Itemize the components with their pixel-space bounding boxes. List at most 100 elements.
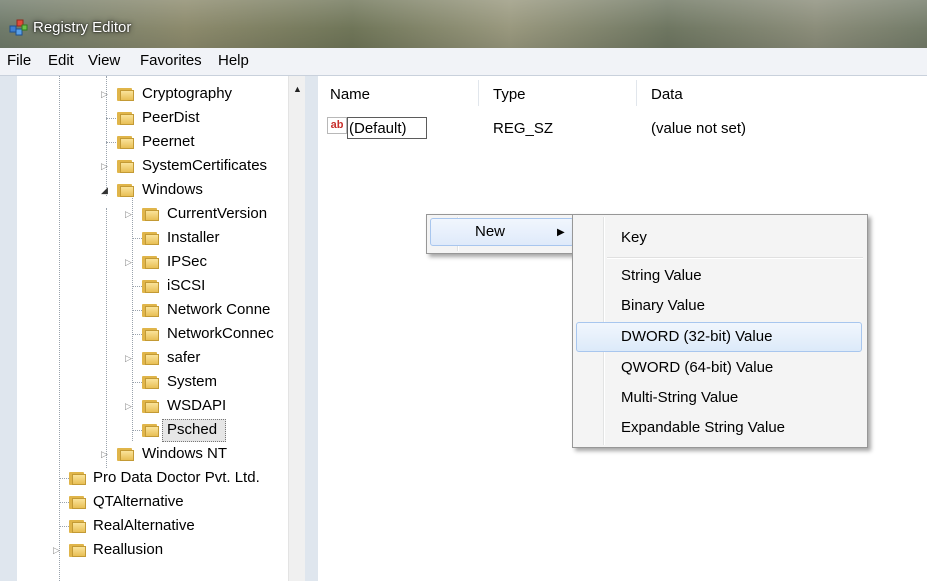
folder-icon bbox=[69, 470, 86, 485]
tree-item-label: Windows NT bbox=[142, 445, 228, 462]
menu-edit[interactable]: Edit bbox=[48, 52, 74, 69]
tree-item-label: NetworkConnec bbox=[167, 325, 274, 342]
folder-icon bbox=[142, 374, 159, 389]
folder-icon bbox=[117, 182, 134, 197]
menu-item-multi-string-value[interactable]: Multi-String Value bbox=[576, 384, 862, 412]
tree-item-label: IPSec bbox=[167, 253, 208, 270]
tree-item-wsdapi[interactable]: ▷ WSDAPI bbox=[17, 395, 295, 419]
tree-item-label: Cryptography bbox=[142, 85, 233, 102]
tree-item-cryptography[interactable]: ▷ Cryptography bbox=[17, 83, 295, 107]
tree-item-safer[interactable]: ▷ safer bbox=[17, 347, 295, 371]
expand-arrow-icon[interactable]: ▷ bbox=[101, 449, 108, 460]
tree-item-windows-nt[interactable]: ▷ Windows NT bbox=[17, 443, 295, 467]
folder-icon bbox=[142, 326, 159, 341]
tree-item-label: Network Conne bbox=[167, 301, 271, 318]
tree-item-label: Installer bbox=[167, 229, 220, 246]
string-value-icon: ab bbox=[327, 117, 347, 134]
folder-icon bbox=[142, 422, 159, 437]
menu-separator bbox=[607, 257, 863, 259]
tree-item-label: iSCSI bbox=[167, 277, 206, 294]
menu-item-dword-value[interactable]: DWORD (32-bit) Value bbox=[576, 322, 862, 352]
menu-help[interactable]: Help bbox=[218, 52, 249, 69]
tree-item-label: Pro Data Doctor Pvt. Ltd. bbox=[93, 469, 260, 486]
menu-item-binary-value[interactable]: Binary Value bbox=[576, 292, 862, 320]
menu-item-label: Key bbox=[621, 229, 647, 246]
column-header-name[interactable]: Name bbox=[330, 86, 370, 103]
tree-item-system[interactable]: System bbox=[17, 371, 295, 395]
menu-item-expandable-string-value[interactable]: Expandable String Value bbox=[576, 414, 862, 442]
column-divider[interactable] bbox=[478, 80, 479, 106]
expand-arrow-icon[interactable]: ▷ bbox=[125, 257, 132, 268]
tree-item-systemcertificates[interactable]: ▷ SystemCertificates bbox=[17, 155, 295, 179]
tree-item-ipsec[interactable]: ▷ IPSec bbox=[17, 251, 295, 275]
menu-view[interactable]: View bbox=[88, 52, 120, 69]
column-header-data[interactable]: Data bbox=[651, 86, 683, 103]
window-title: Registry Editor bbox=[33, 19, 132, 36]
folder-icon bbox=[117, 86, 134, 101]
context-menu: New ▶ bbox=[426, 214, 578, 254]
folder-icon bbox=[69, 494, 86, 509]
menu-item-label: DWORD (32-bit) Value bbox=[621, 328, 773, 345]
folder-icon bbox=[117, 158, 134, 173]
tree-item-label: PeerDist bbox=[142, 109, 200, 126]
menu-item-qword-value[interactable]: QWORD (64-bit) Value bbox=[576, 354, 862, 382]
expand-arrow-icon[interactable]: ▷ bbox=[101, 89, 108, 100]
value-name: (Default) bbox=[349, 120, 407, 137]
expand-arrow-icon[interactable]: ▷ bbox=[125, 353, 132, 364]
tree-item-iscsi[interactable]: iSCSI bbox=[17, 275, 295, 299]
menu-item-label: New bbox=[475, 223, 506, 240]
folder-icon bbox=[117, 446, 134, 461]
scroll-up-arrow-icon[interactable]: ▲ bbox=[293, 84, 302, 94]
tree-item-label: Reallusion bbox=[93, 541, 164, 558]
tree-item-label: Peernet bbox=[142, 133, 195, 150]
menu-favorites[interactable]: Favorites bbox=[140, 52, 202, 69]
folder-icon bbox=[117, 134, 134, 149]
tree-item-pro-data-doctor[interactable]: Pro Data Doctor Pvt. Ltd. bbox=[17, 467, 295, 491]
expand-arrow-icon[interactable]: ▷ bbox=[125, 209, 132, 220]
column-divider[interactable] bbox=[636, 80, 637, 106]
expand-arrow-icon[interactable]: ▷ bbox=[125, 401, 132, 412]
tree-item-label: CurrentVersion bbox=[167, 205, 268, 222]
title-bar[interactable]: Registry Editor bbox=[0, 0, 927, 48]
tree-item-peerdist[interactable]: PeerDist bbox=[17, 107, 295, 131]
tree-scrollbar[interactable]: ▲ bbox=[288, 76, 306, 581]
tree-item-network-conne[interactable]: Network Conne bbox=[17, 299, 295, 323]
menu-file[interactable]: File bbox=[7, 52, 31, 69]
tree-item-qtalternative[interactable]: QTAlternative bbox=[17, 491, 295, 515]
folder-icon bbox=[69, 542, 86, 557]
window-frame-left bbox=[0, 76, 17, 581]
registry-icon bbox=[9, 19, 28, 36]
tree-item-psched[interactable]: Psched bbox=[17, 419, 295, 443]
folder-icon bbox=[142, 254, 159, 269]
folder-icon bbox=[142, 278, 159, 293]
menu-item-label: Expandable String Value bbox=[621, 419, 786, 436]
tree-item-label: safer bbox=[167, 349, 201, 366]
tree-item-peernet[interactable]: Peernet bbox=[17, 131, 295, 155]
menu-item-key[interactable]: Key bbox=[576, 219, 862, 255]
collapse-arrow-icon[interactable]: ◢ bbox=[101, 185, 108, 196]
pane-splitter[interactable] bbox=[305, 76, 318, 581]
column-header-type[interactable]: Type bbox=[493, 86, 526, 103]
tree-item-networkconnec[interactable]: NetworkConnec bbox=[17, 323, 295, 347]
registry-tree[interactable]: ▷ Cryptography PeerDist Peernet ▷ System… bbox=[17, 76, 295, 581]
expand-arrow-icon[interactable]: ▷ bbox=[101, 161, 108, 172]
tree-item-label: Psched bbox=[167, 421, 218, 438]
tree-item-label: Windows bbox=[142, 181, 203, 198]
tree-item-realalternative[interactable]: RealAlternative bbox=[17, 515, 295, 539]
tree-item-reallusion[interactable]: ▷ Reallusion bbox=[17, 539, 295, 563]
value-data: (value not set) bbox=[651, 120, 747, 137]
folder-icon bbox=[117, 110, 134, 125]
folder-icon bbox=[142, 230, 159, 245]
tree-item-windows[interactable]: ◢ Windows bbox=[17, 179, 295, 203]
tree-item-label: System bbox=[167, 373, 218, 390]
new-submenu: Key String Value Binary Value DWORD (32-… bbox=[572, 214, 868, 448]
menu-item-string-value[interactable]: String Value bbox=[576, 262, 862, 290]
folder-icon bbox=[142, 302, 159, 317]
tree-item-label: RealAlternative bbox=[93, 517, 195, 534]
menu-item-new[interactable]: New ▶ bbox=[430, 218, 574, 246]
tree-item-installer[interactable]: Installer bbox=[17, 227, 295, 251]
folder-icon bbox=[69, 518, 86, 533]
tree-item-label: QTAlternative bbox=[93, 493, 184, 510]
tree-item-currentversion[interactable]: ▷ CurrentVersion bbox=[17, 203, 295, 227]
expand-arrow-icon[interactable]: ▷ bbox=[53, 545, 60, 556]
